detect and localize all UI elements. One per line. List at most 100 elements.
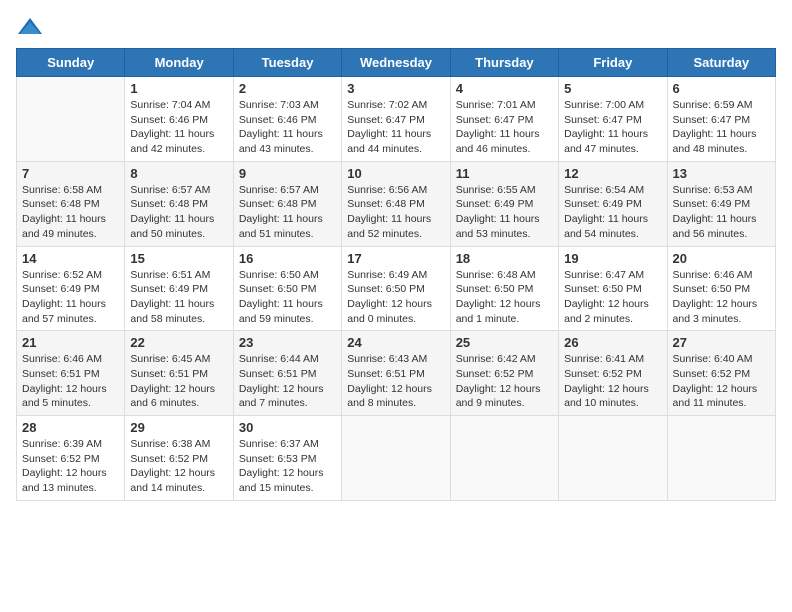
cell-content: Sunrise: 7:04 AMSunset: 6:46 PMDaylight:… [130, 98, 227, 157]
calendar-cell: 9Sunrise: 6:57 AMSunset: 6:48 PMDaylight… [233, 161, 341, 246]
calendar-cell: 20 Sunrise: 6:46 AMSunset: 6:50 PMDayligh… [667, 246, 775, 331]
cell-content: Sunrise: 6:46 AMSunset: 6:51 PMDaylight:… [22, 352, 119, 411]
day-number: 9 [239, 166, 336, 181]
day-number: 21 [22, 335, 119, 350]
cell-content: Sunrise: 6:40 AMSunset: 6:52 PMDaylight:… [673, 352, 770, 411]
day-number: 18 [456, 251, 553, 266]
logo [16, 16, 48, 38]
calendar-cell: 18 Sunrise: 6:48 AMSunset: 6:50 PMDayligh… [450, 246, 558, 331]
calendar-body: 1 Sunrise: 7:04 AMSunset: 6:46 PMDaylight… [17, 77, 776, 501]
cell-content: Sunrise: 6:42 AMSunset: 6:52 PMDaylight:… [456, 352, 553, 411]
day-number: 23 [239, 335, 336, 350]
calendar-cell: 1 Sunrise: 7:04 AMSunset: 6:46 PMDaylight… [125, 77, 233, 162]
day-number: 1 [130, 81, 227, 96]
calendar-cell: 16Sunrise: 6:50 AMSunset: 6:50 PMDayligh… [233, 246, 341, 331]
day-header-thursday: Thursday [450, 49, 558, 77]
cell-content: Sunrise: 6:37 AMSunset: 6:53 PMDaylight:… [239, 437, 336, 496]
day-number: 7 [22, 166, 119, 181]
cell-content: Sunrise: 6:39 AMSunset: 6:52 PMDaylight:… [22, 437, 119, 496]
day-number: 28 [22, 420, 119, 435]
cell-content: Sunrise: 6:46 AMSunset: 6:50 PMDaylight:… [673, 268, 770, 327]
calendar-cell: 25 Sunrise: 6:42 AMSunset: 6:52 PMDayligh… [450, 331, 558, 416]
cell-content: Sunrise: 6:51 AMSunset: 6:49 PMDaylight:… [130, 268, 227, 327]
day-number: 22 [130, 335, 227, 350]
day-number: 2 [239, 81, 336, 96]
cell-content: Sunrise: 6:53 AMSunset: 6:49 PMDaylight:… [673, 183, 770, 242]
cell-content: Sunrise: 6:49 AMSunset: 6:50 PMDaylight:… [347, 268, 444, 327]
calendar-table: SundayMondayTuesdayWednesdayThursdayFrid… [16, 48, 776, 501]
calendar-cell: 24 Sunrise: 6:43 AMSunset: 6:51 PMDayligh… [342, 331, 450, 416]
cell-content: Sunrise: 6:57 AMSunset: 6:48 PMDaylight:… [130, 183, 227, 242]
calendar-cell [342, 416, 450, 501]
day-number: 27 [673, 335, 770, 350]
day-header-saturday: Saturday [667, 49, 775, 77]
cell-content: Sunrise: 6:58 AMSunset: 6:48 PMDaylight:… [22, 183, 119, 242]
day-number: 19 [564, 251, 661, 266]
calendar-cell [559, 416, 667, 501]
day-header-wednesday: Wednesday [342, 49, 450, 77]
calendar-cell: 26 Sunrise: 6:41 AMSunset: 6:52 PMDayligh… [559, 331, 667, 416]
calendar-cell: 23 Sunrise: 6:44 AMSunset: 6:51 PMDayligh… [233, 331, 341, 416]
calendar-cell: 22 Sunrise: 6:45 AMSunset: 6:51 PMDayligh… [125, 331, 233, 416]
cell-content: Sunrise: 6:50 AMSunset: 6:50 PMDaylight:… [239, 268, 336, 327]
page-header [16, 16, 776, 38]
day-header-monday: Monday [125, 49, 233, 77]
calendar-cell: 11Sunrise: 6:55 AMSunset: 6:49 PMDayligh… [450, 161, 558, 246]
day-number: 24 [347, 335, 444, 350]
calendar-cell: 14 Sunrise: 6:52 AMSunset: 6:49 PMDayligh… [17, 246, 125, 331]
calendar-week-3: 14 Sunrise: 6:52 AMSunset: 6:49 PMDayligh… [17, 246, 776, 331]
calendar-cell: 4Sunrise: 7:01 AMSunset: 6:47 PMDaylight… [450, 77, 558, 162]
day-number: 14 [22, 251, 119, 266]
calendar-cell: 3 Sunrise: 7:02 AMSunset: 6:47 PMDaylight… [342, 77, 450, 162]
day-number: 26 [564, 335, 661, 350]
day-number: 3 [347, 81, 444, 96]
cell-content: Sunrise: 6:44 AMSunset: 6:51 PMDaylight:… [239, 352, 336, 411]
logo-icon [16, 16, 44, 38]
cell-content: Sunrise: 6:41 AMSunset: 6:52 PMDaylight:… [564, 352, 661, 411]
calendar-cell: 19 Sunrise: 6:47 AMSunset: 6:50 PMDayligh… [559, 246, 667, 331]
cell-content: Sunrise: 6:47 AMSunset: 6:50 PMDaylight:… [564, 268, 661, 327]
cell-content: Sunrise: 6:43 AMSunset: 6:51 PMDaylight:… [347, 352, 444, 411]
day-number: 13 [673, 166, 770, 181]
day-number: 6 [673, 81, 770, 96]
day-number: 30 [239, 420, 336, 435]
cell-content: Sunrise: 6:54 AMSunset: 6:49 PMDaylight:… [564, 183, 661, 242]
calendar-cell: 13 Sunrise: 6:53 AMSunset: 6:49 PMDayligh… [667, 161, 775, 246]
calendar-cell: 5Sunrise: 7:00 AMSunset: 6:47 PMDaylight… [559, 77, 667, 162]
cell-content: Sunrise: 6:38 AMSunset: 6:52 PMDaylight:… [130, 437, 227, 496]
day-number: 20 [673, 251, 770, 266]
cell-content: Sunrise: 7:03 AMSunset: 6:46 PMDaylight:… [239, 98, 336, 157]
calendar-cell [17, 77, 125, 162]
calendar-cell: 28 Sunrise: 6:39 AMSunset: 6:52 PMDayligh… [17, 416, 125, 501]
day-header-tuesday: Tuesday [233, 49, 341, 77]
calendar-header-row: SundayMondayTuesdayWednesdayThursdayFrid… [17, 49, 776, 77]
calendar-cell: 2 Sunrise: 7:03 AMSunset: 6:46 PMDaylight… [233, 77, 341, 162]
day-header-friday: Friday [559, 49, 667, 77]
calendar-cell [450, 416, 558, 501]
calendar-cell: 21 Sunrise: 6:46 AMSunset: 6:51 PMDayligh… [17, 331, 125, 416]
day-number: 29 [130, 420, 227, 435]
cell-content: Sunrise: 6:48 AMSunset: 6:50 PMDaylight:… [456, 268, 553, 327]
cell-content: Sunrise: 6:52 AMSunset: 6:49 PMDaylight:… [22, 268, 119, 327]
calendar-cell: 17Sunrise: 6:49 AMSunset: 6:50 PMDayligh… [342, 246, 450, 331]
calendar-week-1: 1 Sunrise: 7:04 AMSunset: 6:46 PMDaylight… [17, 77, 776, 162]
calendar-cell: 6Sunrise: 6:59 AMSunset: 6:47 PMDaylight… [667, 77, 775, 162]
calendar-cell: 15Sunrise: 6:51 AMSunset: 6:49 PMDayligh… [125, 246, 233, 331]
day-number: 5 [564, 81, 661, 96]
cell-content: Sunrise: 6:55 AMSunset: 6:49 PMDaylight:… [456, 183, 553, 242]
cell-content: Sunrise: 6:45 AMSunset: 6:51 PMDaylight:… [130, 352, 227, 411]
cell-content: Sunrise: 6:56 AMSunset: 6:48 PMDaylight:… [347, 183, 444, 242]
calendar-cell: 30 Sunrise: 6:37 AMSunset: 6:53 PMDayligh… [233, 416, 341, 501]
day-number: 10 [347, 166, 444, 181]
calendar-cell [667, 416, 775, 501]
calendar-cell: 8Sunrise: 6:57 AMSunset: 6:48 PMDaylight… [125, 161, 233, 246]
calendar-cell: 12 Sunrise: 6:54 AMSunset: 6:49 PMDayligh… [559, 161, 667, 246]
day-header-sunday: Sunday [17, 49, 125, 77]
day-number: 12 [564, 166, 661, 181]
calendar-week-4: 21 Sunrise: 6:46 AMSunset: 6:51 PMDayligh… [17, 331, 776, 416]
day-number: 25 [456, 335, 553, 350]
calendar-cell: 10 Sunrise: 6:56 AMSunset: 6:48 PMDayligh… [342, 161, 450, 246]
calendar-week-5: 28 Sunrise: 6:39 AMSunset: 6:52 PMDayligh… [17, 416, 776, 501]
cell-content: Sunrise: 7:02 AMSunset: 6:47 PMDaylight:… [347, 98, 444, 157]
cell-content: Sunrise: 7:01 AMSunset: 6:47 PMDaylight:… [456, 98, 553, 157]
